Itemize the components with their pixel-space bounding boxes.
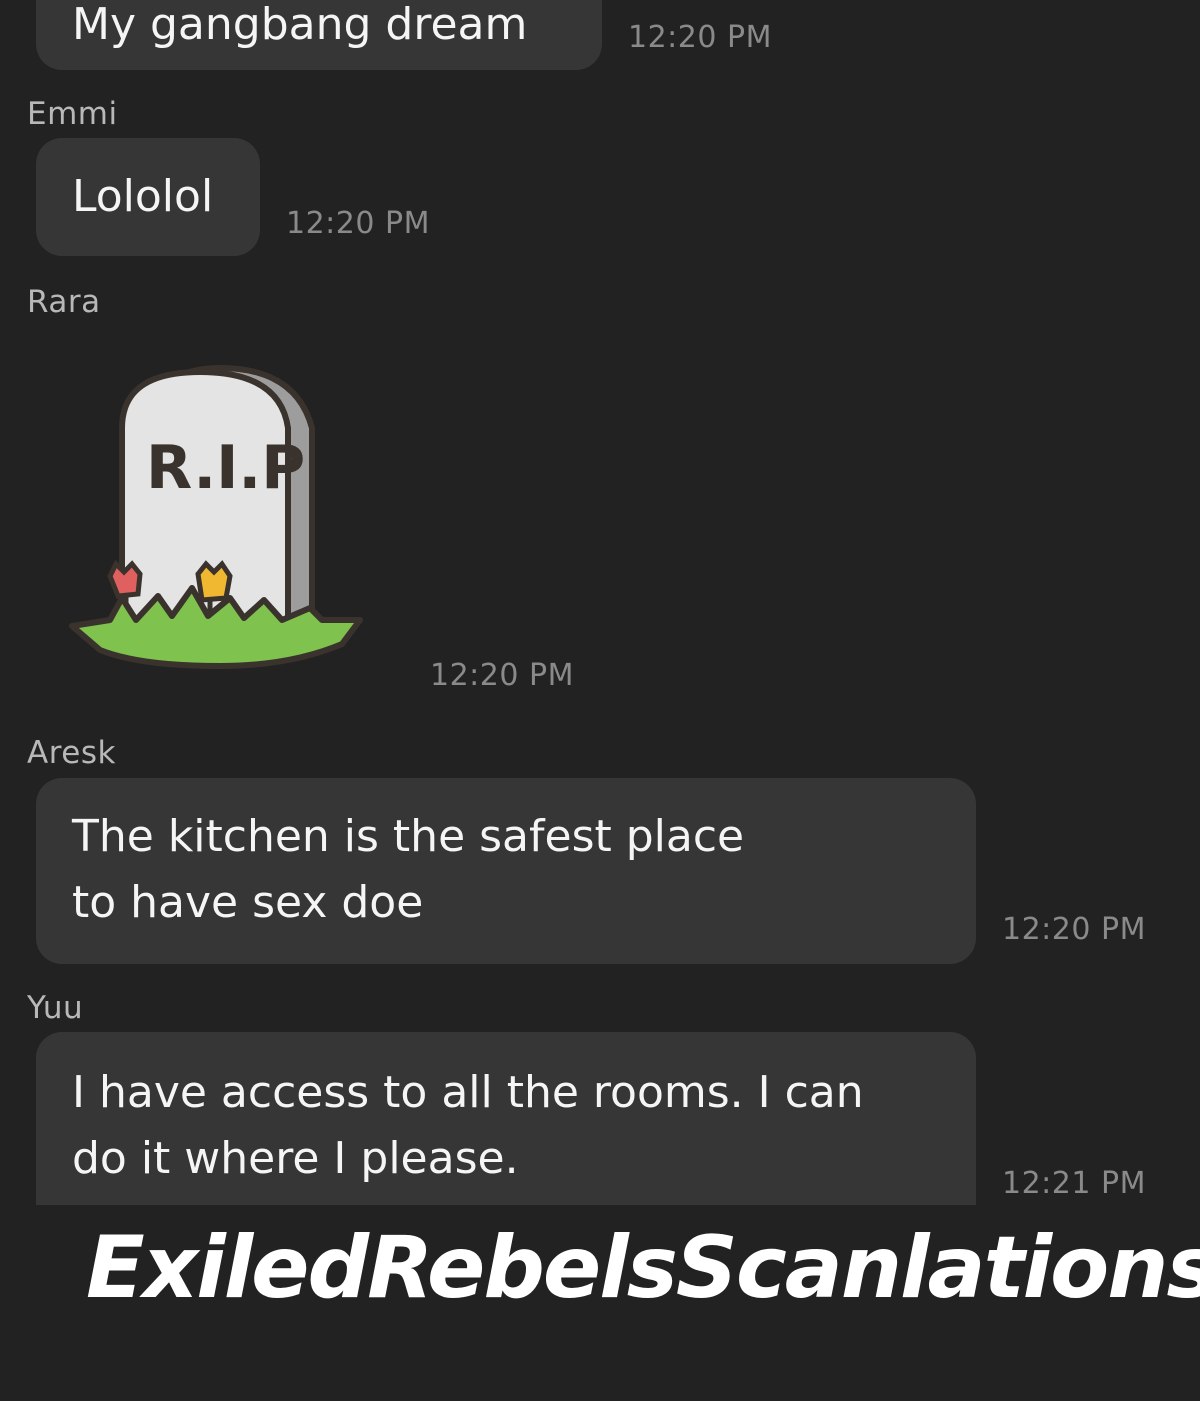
message-text-line: do it where I please. — [72, 1133, 519, 1184]
message-bubble[interactable]: My gangbang dream — [36, 0, 602, 70]
scanlation-watermark: ExiledRebelsScanlations — [86, 1218, 1200, 1318]
chat-message-list[interactable]: My gangbang dream 12:20 PM Emmi Lololol … — [0, 0, 1200, 1205]
sender-name: Rara — [27, 284, 101, 320]
message-text-line: I have access to all the rooms. I can — [72, 1067, 864, 1118]
message-text: Lololol — [72, 171, 214, 222]
message-time: 12:21 PM — [1002, 1166, 1146, 1201]
sender-name: Aresk — [27, 735, 116, 771]
tombstone-rip-sticker[interactable]: R.I.P — [60, 358, 380, 688]
message-time: 12:20 PM — [430, 658, 574, 693]
message-text: My gangbang dream — [72, 0, 528, 50]
message-time: 12:20 PM — [1002, 912, 1146, 947]
message-bubble[interactable]: Lololol — [36, 138, 260, 256]
message-text-line: to have sex doe — [72, 877, 424, 928]
message-text-line: The kitchen is the safest place — [72, 811, 745, 862]
sender-name: Emmi — [27, 96, 118, 132]
message-bubble[interactable]: I have access to all the rooms. I can do… — [36, 1032, 976, 1205]
sender-name: Yuu — [27, 990, 84, 1026]
message-time: 12:20 PM — [628, 20, 772, 55]
message-bubble[interactable]: The kitchen is the safest place to have … — [36, 778, 976, 964]
rip-text: R.I.P — [146, 433, 305, 503]
message-time: 12:20 PM — [286, 206, 430, 241]
